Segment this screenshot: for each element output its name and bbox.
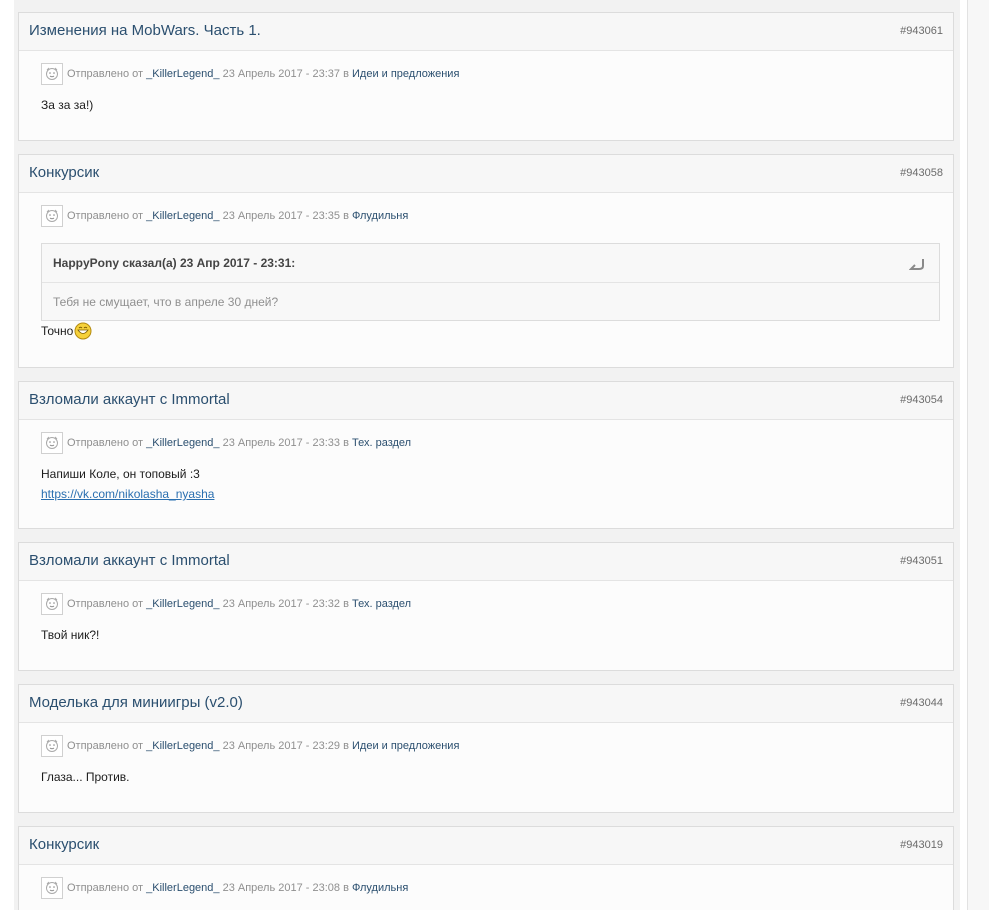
post-date: 23 Апрель 2017 - 23:08 xyxy=(222,882,341,894)
post-header: Взломали аккаунт с Immortal #943051 xyxy=(19,543,953,581)
post-title-link[interactable]: Взломали аккаунт с Immortal xyxy=(29,552,230,569)
author-link[interactable]: _KillerLegend_ xyxy=(146,210,219,222)
avatar-icon[interactable] xyxy=(41,877,63,899)
post-date: 23 Апрель 2017 - 23:35 xyxy=(222,210,341,222)
post-date: 23 Апрель 2017 - 23:37 xyxy=(222,68,341,80)
post-card: Взломали аккаунт с Immortal #943051 Отпр… xyxy=(18,542,954,671)
post-text: Точно xyxy=(41,324,74,338)
meta-in-word: в xyxy=(343,882,349,894)
post-card: Конкурсик #943019 Отправлено от _KillerL… xyxy=(18,826,954,910)
post-header: Изменения на MobWars. Часть 1. #943061 xyxy=(19,13,953,51)
quote-block: HappyPony сказал(а) 23 Апр 2017 - 23:31:… xyxy=(41,243,940,321)
post-title-link[interactable]: Конкурсик xyxy=(29,164,99,181)
author-link[interactable]: _KillerLegend_ xyxy=(146,68,219,80)
meta-in-word: в xyxy=(343,740,349,752)
post-number-link[interactable]: #943054 xyxy=(900,394,943,406)
post-header: Взломали аккаунт с Immortal #943054 xyxy=(19,382,953,420)
laughing-smiley-icon xyxy=(74,322,92,346)
post-title-link[interactable]: Моделька для миниигры (v2.0) xyxy=(29,694,243,711)
post-body: Твой ник?! xyxy=(41,625,99,645)
post-meta: Отправлено от _KillerLegend_ 23 Апрель 2… xyxy=(41,876,408,900)
post-number-link[interactable]: #943044 xyxy=(900,697,943,709)
meta-prefix: Отправлено от xyxy=(67,598,144,610)
post-meta: Отправлено от _KillerLegend_ 23 Апрель 2… xyxy=(41,734,459,758)
meta-prefix: Отправлено от xyxy=(67,210,144,222)
post-meta: Отправлено от _KillerLegend_ 23 Апрель 2… xyxy=(41,431,411,455)
author-link[interactable]: _KillerLegend_ xyxy=(146,437,219,449)
quote-author: HappyPony сказал(а) 23 Апр 2017 - 23:31: xyxy=(53,256,296,270)
post-text: Напиши Коле, он топовый :3 xyxy=(41,467,200,481)
post-meta: Отправлено от _KillerLegend_ 23 Апрель 2… xyxy=(41,592,411,616)
author-link[interactable]: _KillerLegend_ xyxy=(146,598,219,610)
forum-link[interactable]: Флудильня xyxy=(352,210,408,222)
post-title-link[interactable]: Конкурсик xyxy=(29,836,99,853)
meta-in-word: в xyxy=(343,210,349,222)
post-title-link[interactable]: Взломали аккаунт с Immortal xyxy=(29,391,230,408)
post-text: Глаза... Против. xyxy=(41,770,130,784)
right-scroll-rail[interactable] xyxy=(967,0,989,910)
avatar-icon[interactable] xyxy=(41,63,63,85)
avatar-icon[interactable] xyxy=(41,735,63,757)
post-body: Глаза... Против. xyxy=(41,767,130,787)
post-meta: Отправлено от _KillerLegend_ 23 Апрель 2… xyxy=(41,204,408,228)
meta-prefix: Отправлено от xyxy=(67,68,144,80)
quote-arrow-icon[interactable] xyxy=(908,257,925,275)
post-date: 23 Апрель 2017 - 23:33 xyxy=(222,437,341,449)
forum-link[interactable]: Тех. раздел xyxy=(352,437,411,449)
post-body: За за за!) xyxy=(41,95,93,115)
post-card: Конкурсик #943058 Отправлено от _KillerL… xyxy=(18,154,954,368)
post-header: Конкурсик #943019 xyxy=(19,827,953,865)
forum-link[interactable]: Флудильня xyxy=(352,882,408,894)
avatar-icon[interactable] xyxy=(41,593,63,615)
meta-in-word: в xyxy=(343,437,349,449)
post-number-link[interactable]: #943061 xyxy=(900,25,943,37)
post-number-link[interactable]: #943058 xyxy=(900,167,943,179)
post-url-link[interactable]: https://vk.com/nikolasha_nyasha xyxy=(41,487,214,501)
meta-in-word: в xyxy=(343,598,349,610)
author-link[interactable]: _KillerLegend_ xyxy=(146,882,219,894)
post-date: 23 Апрель 2017 - 23:29 xyxy=(222,740,341,752)
post-date: 23 Апрель 2017 - 23:32 xyxy=(222,598,341,610)
post-text: Твой ник?! xyxy=(41,628,100,642)
forum-link[interactable]: Идеи и предложения xyxy=(352,68,459,80)
post-meta: Отправлено от _KillerLegend_ 23 Апрель 2… xyxy=(41,62,459,86)
quote-header: HappyPony сказал(а) 23 Апр 2017 - 23:31: xyxy=(42,244,939,283)
post-card: Взломали аккаунт с Immortal #943054 Отпр… xyxy=(18,381,954,529)
post-text: За за за!) xyxy=(41,98,94,112)
post-body: Напиши Коле, он топовый :3 https://vk.co… xyxy=(41,464,214,504)
post-number-link[interactable]: #943051 xyxy=(900,555,943,567)
meta-prefix: Отправлено от xyxy=(67,882,144,894)
avatar-icon[interactable] xyxy=(41,205,63,227)
quote-text: Тебя не смущает, что в апреле 30 дней? xyxy=(53,295,279,309)
meta-in-word: в xyxy=(343,68,349,80)
post-header: Моделька для миниигры (v2.0) #943044 xyxy=(19,685,953,723)
meta-prefix: Отправлено от xyxy=(67,740,144,752)
post-card: Изменения на MobWars. Часть 1. #943061 О… xyxy=(18,12,954,141)
post-title-link[interactable]: Изменения на MobWars. Часть 1. xyxy=(29,22,261,39)
forum-link[interactable]: Идеи и предложения xyxy=(352,740,459,752)
author-link[interactable]: _KillerLegend_ xyxy=(146,740,219,752)
forum-link[interactable]: Тех. раздел xyxy=(352,598,411,610)
meta-prefix: Отправлено от xyxy=(67,437,144,449)
post-card: Моделька для миниигры (v2.0) #943044 Отп… xyxy=(18,684,954,813)
avatar-icon[interactable] xyxy=(41,432,63,454)
post-header: Конкурсик #943058 xyxy=(19,155,953,193)
post-body: Точно xyxy=(41,321,92,346)
post-number-link[interactable]: #943019 xyxy=(900,839,943,851)
